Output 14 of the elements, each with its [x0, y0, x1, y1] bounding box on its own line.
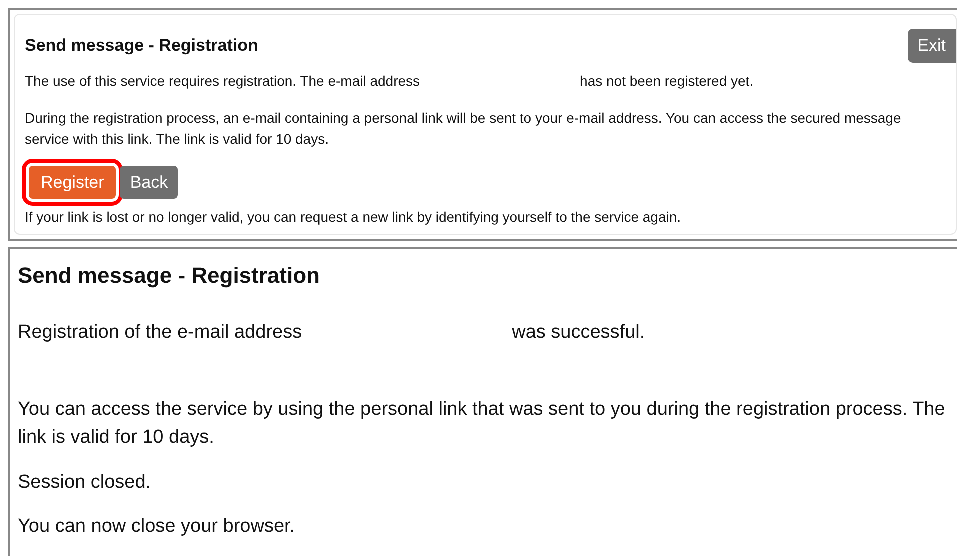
intro-text: The use of this service requires registration. The e-mail address — [25, 72, 420, 91]
result-paragraph: You can now close your browser. — [18, 515, 296, 540]
result-title: Send message - Registration — [18, 263, 321, 290]
intro-text: has not been registered yet. — [580, 72, 754, 91]
footer-text: If your link is lost or no longer valid, you can request a new link by identifying yourself to the service again. — [25, 208, 682, 227]
dialog-title: Send message - Registration — [25, 35, 258, 57]
info-text: During the registration process, an e-mail containing a personal link will be sent to your e-mail address. You can access the secured message service with this link. The link is valid for 10 days. — [25, 108, 902, 149]
result-paragraph: Session closed. — [18, 470, 152, 495]
back-button[interactable]: Back — [120, 166, 178, 199]
result-text: was successful. — [512, 321, 646, 346]
register-button[interactable]: Register — [29, 166, 116, 199]
result-text: Registration of the e-mail address — [18, 321, 302, 346]
result-paragraph: You can access the service by using the personal link that was sent to you during the registration process. The link is valid for 10 days. — [18, 398, 946, 450]
exit-button[interactable]: Exit — [908, 29, 956, 62]
